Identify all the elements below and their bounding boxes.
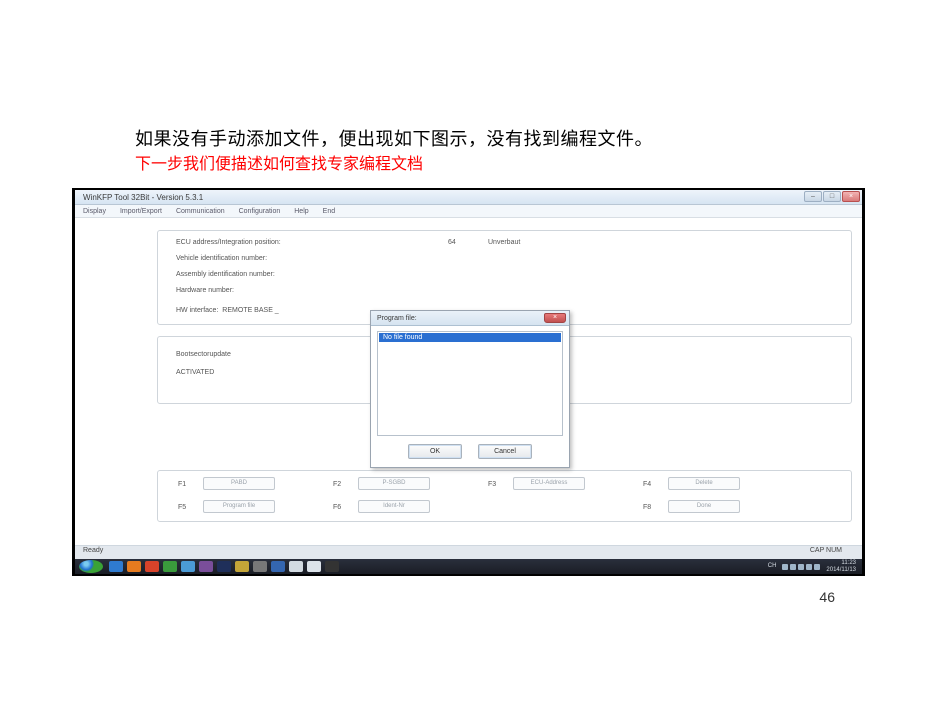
f8-label: F8 [643,504,651,511]
bootsector-status: ACTIVATED [176,369,214,376]
f3-button[interactable]: ECU-Address [513,477,585,490]
f3-label: F3 [488,481,496,488]
app-window: WinKFP Tool 32Bit - Version 5.3.1 – □ × … [75,190,862,559]
assembly-id-label: Assembly identification number: [176,271,275,278]
close-button[interactable]: × [842,191,860,202]
f8-button[interactable]: Done [668,500,740,513]
f4-button[interactable]: Delete [668,477,740,490]
cancel-button[interactable]: Cancel [478,444,532,459]
taskbar-app-icon-10[interactable] [307,561,321,572]
screenshot-frame: WinKFP Tool 32Bit - Version 5.3.1 – □ × … [72,188,865,576]
menu-import-export[interactable]: Import/Export [120,208,162,215]
taskbar-ie-icon[interactable] [109,561,123,572]
title-bar[interactable]: WinKFP Tool 32Bit - Version 5.3.1 – □ × [75,190,862,205]
tray-date: 2014/11/13 [826,567,856,574]
taskbar-app-icon-1[interactable] [145,561,159,572]
taskbar-app-icon-8[interactable] [271,561,285,572]
f5-button[interactable]: Program file [203,500,275,513]
hardware-number-label: Hardware number: [176,287,234,294]
file-list-selected[interactable]: No file found [379,333,561,342]
tray-icon[interactable] [814,564,820,570]
menu-display[interactable]: Display [83,208,106,215]
program-file-dialog: Program file: × No file found OK Cancel [370,310,570,468]
file-listbox[interactable]: No file found [377,331,563,436]
page-number: 46 [819,589,835,605]
start-button[interactable] [79,560,103,573]
window-controls: – □ × [804,191,860,202]
task-bar[interactable]: CH 11:23 2014/11/13 [75,559,862,574]
f5-label: F5 [178,504,186,511]
status-text: Ready [83,547,103,554]
menu-communication[interactable]: Communication [176,208,225,215]
document-page: 如果没有手动添加文件，便出现如下图示，没有找到编程文件。 下一步我们便描述如何查… [0,0,940,705]
caption-secondary: 下一步我们便描述如何查找专家编程文档 [135,150,423,174]
caption-primary: 如果没有手动添加文件，便出现如下图示，没有找到编程文件。 [135,125,653,151]
tray-indicator-icons [782,564,820,570]
dialog-title-bar[interactable]: Program file: × [371,311,569,326]
maximize-button[interactable]: □ [823,191,841,202]
menu-help[interactable]: Help [294,208,308,215]
window-title: WinKFP Tool 32Bit - Version 5.3.1 [83,193,203,202]
taskbar-app-icon-5[interactable] [217,561,231,572]
f6-button[interactable]: Ident-Nr [358,500,430,513]
f2-button[interactable]: P-SGBD [358,477,430,490]
ecu-address-value-a: 64 [448,239,456,246]
minimize-button[interactable]: – [804,191,822,202]
taskbar-app-icon-11[interactable] [325,561,339,572]
taskbar-icons [109,561,339,572]
tray-icon[interactable] [798,564,804,570]
taskbar-app-icon-4[interactable] [199,561,213,572]
hw-interface-label: HW interface: REMOTE BASE _ [176,307,279,314]
tray-icon[interactable] [782,564,788,570]
ecu-address-label: ECU address/Integration position: [176,239,281,246]
tray-icon[interactable] [806,564,812,570]
dialog-title: Program file: [377,315,417,322]
status-bar: Ready CAP NUM [75,545,862,559]
tray-clock[interactable]: 11:23 2014/11/13 [826,560,856,574]
f1-button[interactable]: PABD [203,477,275,490]
taskbar-explorer-icon[interactable] [127,561,141,572]
menu-end[interactable]: End [323,208,335,215]
system-tray[interactable]: CH 11:23 2014/11/13 [768,560,862,574]
menu-bar: Display Import/Export Communication Conf… [75,205,862,218]
ecu-address-value-b: Unverbaut [488,239,520,246]
taskbar-app-icon-6[interactable] [235,561,249,572]
fkey-panel: F1 PABD F2 P-SGBD F3 ECU-Address F4 Dele… [157,470,852,522]
dialog-buttons: OK Cancel [377,444,563,459]
dialog-close-button[interactable]: × [544,313,566,323]
f1-label: F1 [178,481,186,488]
bootsector-label: Bootsectorupdate [176,351,231,358]
f6-label: F6 [333,504,341,511]
taskbar-app-icon-3[interactable] [181,561,195,572]
dialog-body: No file found OK Cancel [371,326,569,467]
menu-configuration[interactable]: Configuration [239,208,281,215]
taskbar-app-icon-7[interactable] [253,561,267,572]
desktop-area: WinKFP Tool 32Bit - Version 5.3.1 – □ × … [75,190,862,559]
f2-label: F2 [333,481,341,488]
taskbar-app-icon-2[interactable] [163,561,177,572]
tray-time: 11:23 [826,560,856,567]
status-caps-num: CAP NUM [810,547,842,554]
tray-language[interactable]: CH [768,563,777,570]
vin-label: Vehicle identification number: [176,255,267,262]
f4-label: F4 [643,481,651,488]
tray-icon[interactable] [790,564,796,570]
taskbar-app-icon-9[interactable] [289,561,303,572]
ok-button[interactable]: OK [408,444,462,459]
hw-interface-value: REMOTE BASE _ [222,307,278,314]
